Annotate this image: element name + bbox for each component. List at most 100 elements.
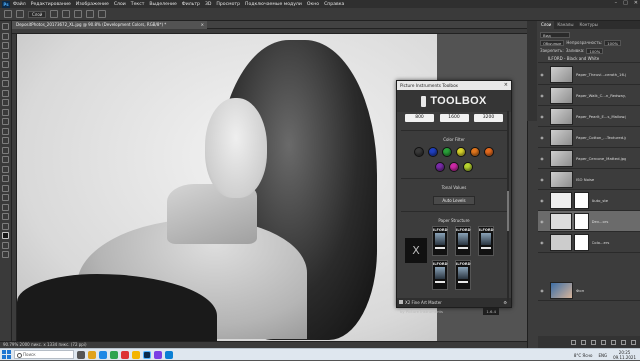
task-view-icon[interactable]	[77, 350, 85, 359]
menu-file[interactable]: Файл	[13, 2, 26, 7]
crop-tool-icon[interactable]	[2, 61, 9, 68]
paper-option-1[interactable]: ILFORD	[432, 226, 448, 256]
iso-1600-button[interactable]: 1600	[439, 114, 469, 122]
healing-brush-tool-icon[interactable]	[2, 89, 9, 97]
history-brush-tool-icon[interactable]	[2, 118, 9, 125]
opera-browser-icon[interactable]	[121, 350, 129, 359]
marquee-tool-icon[interactable]	[2, 32, 9, 40]
opacity-input[interactable]: 100%	[604, 39, 622, 46]
layer-group[interactable]: ILFORD - Black and White	[538, 55, 640, 63]
layer-row[interactable]: ◉ Auto_ste	[538, 190, 640, 211]
language-indicator[interactable]: ENG	[598, 353, 607, 358]
scrollbar-thumb[interactable]	[507, 191, 509, 231]
menu-select[interactable]: Выделение	[149, 2, 176, 7]
color-filter-orange[interactable]	[470, 147, 480, 157]
clock[interactable]: 20:25 09.11.2021	[613, 350, 636, 360]
iso-3200-button[interactable]: 3200	[474, 114, 503, 122]
more-tools-icon[interactable]	[2, 222, 9, 230]
color-filter-purple[interactable]	[435, 162, 445, 172]
document-tab[interactable]: DepositPhotos_20173672_XL.jpg @ 90.8% (D…	[12, 21, 207, 29]
new-group-icon[interactable]	[611, 339, 616, 345]
file-explorer-icon[interactable]	[88, 350, 96, 359]
auto-select-dropdown[interactable]: Слой	[28, 10, 47, 18]
blend-mode-dropdown[interactable]: Обычные	[540, 39, 565, 46]
visibility-icon[interactable]: ◉	[538, 198, 546, 203]
menu-filter[interactable]: Фильтр	[182, 2, 200, 7]
chrome-browser-icon[interactable]	[132, 350, 140, 359]
dodge-tool-icon[interactable]	[2, 156, 9, 163]
menu-layer[interactable]: Слои	[114, 2, 126, 7]
photoshop-logo-icon[interactable]: Ps	[2, 0, 10, 8]
type-tool-icon[interactable]	[2, 175, 9, 182]
color-filter-magenta[interactable]	[449, 162, 459, 172]
fx-icon[interactable]	[581, 339, 586, 345]
blur-tool-icon[interactable]	[2, 146, 9, 154]
color-filter-yellow-green[interactable]	[463, 162, 473, 172]
paper-option-5[interactable]: ILFORD	[455, 260, 471, 290]
rectangle-tool-icon[interactable]	[2, 194, 9, 201]
visibility-icon[interactable]: ◉	[538, 156, 546, 161]
close-tab-icon[interactable]: ×	[201, 21, 204, 29]
foreground-color-swatch[interactable]	[2, 232, 9, 239]
photoshop-taskbar-icon[interactable]	[143, 350, 151, 359]
new-layer-icon[interactable]	[621, 339, 626, 345]
align-center-icon[interactable]	[74, 10, 83, 18]
tab-layers[interactable]: Слои	[538, 21, 555, 29]
toolbox-scrollbar[interactable]	[507, 111, 509, 301]
pen-tool-icon[interactable]	[2, 165, 9, 173]
no-paper-button[interactable]: X	[405, 238, 427, 263]
color-filter-none[interactable]	[414, 147, 424, 157]
color-filter-green[interactable]	[442, 147, 452, 157]
zoom-tool-icon[interactable]	[2, 213, 9, 220]
3d-mode-icon[interactable]	[98, 10, 107, 18]
menu-image[interactable]: Изображение	[76, 2, 109, 7]
lasso-tool-icon[interactable]	[2, 42, 9, 49]
layer-row-selected[interactable]: ◉ Dev...ors	[538, 211, 640, 232]
menu-type[interactable]: Текст	[131, 2, 145, 7]
move-tool-icon[interactable]	[2, 23, 9, 30]
color-filter-yellow[interactable]	[456, 147, 466, 157]
iso-800-button[interactable]: 800	[405, 114, 434, 122]
quick-mask-icon[interactable]	[2, 241, 9, 249]
zoom-level[interactable]: 90.79%	[3, 342, 18, 347]
visibility-icon[interactable]: ◉	[538, 288, 546, 293]
close-window-icon[interactable]: ✕	[634, 0, 638, 6]
app-icon[interactable]	[110, 350, 118, 359]
product-selector[interactable]: X2 Fine Art Master ⚙	[397, 298, 511, 307]
windows-start-icon[interactable]	[2, 350, 11, 359]
quick-select-tool-icon[interactable]	[2, 51, 9, 59]
visibility-icon[interactable]: ◉	[538, 135, 546, 140]
paper-option-2[interactable]: ILFORD	[455, 226, 471, 256]
visibility-icon[interactable]: ◉	[538, 240, 546, 245]
menu-3d[interactable]: 3D	[205, 2, 211, 7]
hand-tool-icon[interactable]	[2, 203, 9, 211]
toolbox-close-icon[interactable]: ×	[504, 81, 508, 90]
layer-row[interactable]: ◉ Paper_Theuvi...ceroth_16.jpg	[538, 64, 640, 85]
layer-row[interactable]: ◉ Paper_Pearlt_E...s_Mallow.jpg	[538, 106, 640, 127]
edge-browser-icon[interactable]	[99, 350, 107, 359]
home-icon[interactable]	[4, 10, 12, 18]
menu-help[interactable]: Справка	[324, 2, 344, 7]
move-tool-icon[interactable]	[16, 10, 24, 18]
visibility-icon[interactable]: ◉	[538, 72, 546, 77]
menu-plugins[interactable]: Подключаемые модули	[245, 2, 302, 7]
layer-kind-filter[interactable]: Вид	[540, 31, 570, 38]
menu-view[interactable]: Просмотр	[216, 2, 240, 7]
tab-channels[interactable]: Каналы	[554, 21, 576, 29]
tab-paths[interactable]: Контуры	[576, 21, 600, 29]
frame-tool-icon[interactable]	[2, 70, 9, 78]
screen-mode-icon[interactable]	[2, 251, 9, 258]
paper-option-3[interactable]: ILFORD	[478, 226, 494, 256]
auto-levels-button[interactable]: Auto Levels	[433, 196, 475, 205]
layer-row[interactable]: ◉ ISO Noise	[538, 169, 640, 190]
menu-edit[interactable]: Редактирование	[31, 2, 71, 7]
clone-stamp-tool-icon[interactable]	[2, 108, 9, 116]
layer-row[interactable]: ◉ Paper_Cercone_Matted.jpg	[538, 148, 640, 169]
path-select-tool-icon[interactable]	[2, 184, 9, 192]
visibility-icon[interactable]: ◉	[538, 93, 546, 98]
toolbox-titlebar[interactable]: Picture Instruments Toolbox ×	[397, 81, 511, 90]
brush-tool-icon[interactable]	[2, 99, 9, 106]
align-left-icon[interactable]	[62, 10, 71, 18]
color-filter-red-orange[interactable]	[484, 147, 494, 157]
fill-input[interactable]: 100%	[586, 47, 604, 54]
